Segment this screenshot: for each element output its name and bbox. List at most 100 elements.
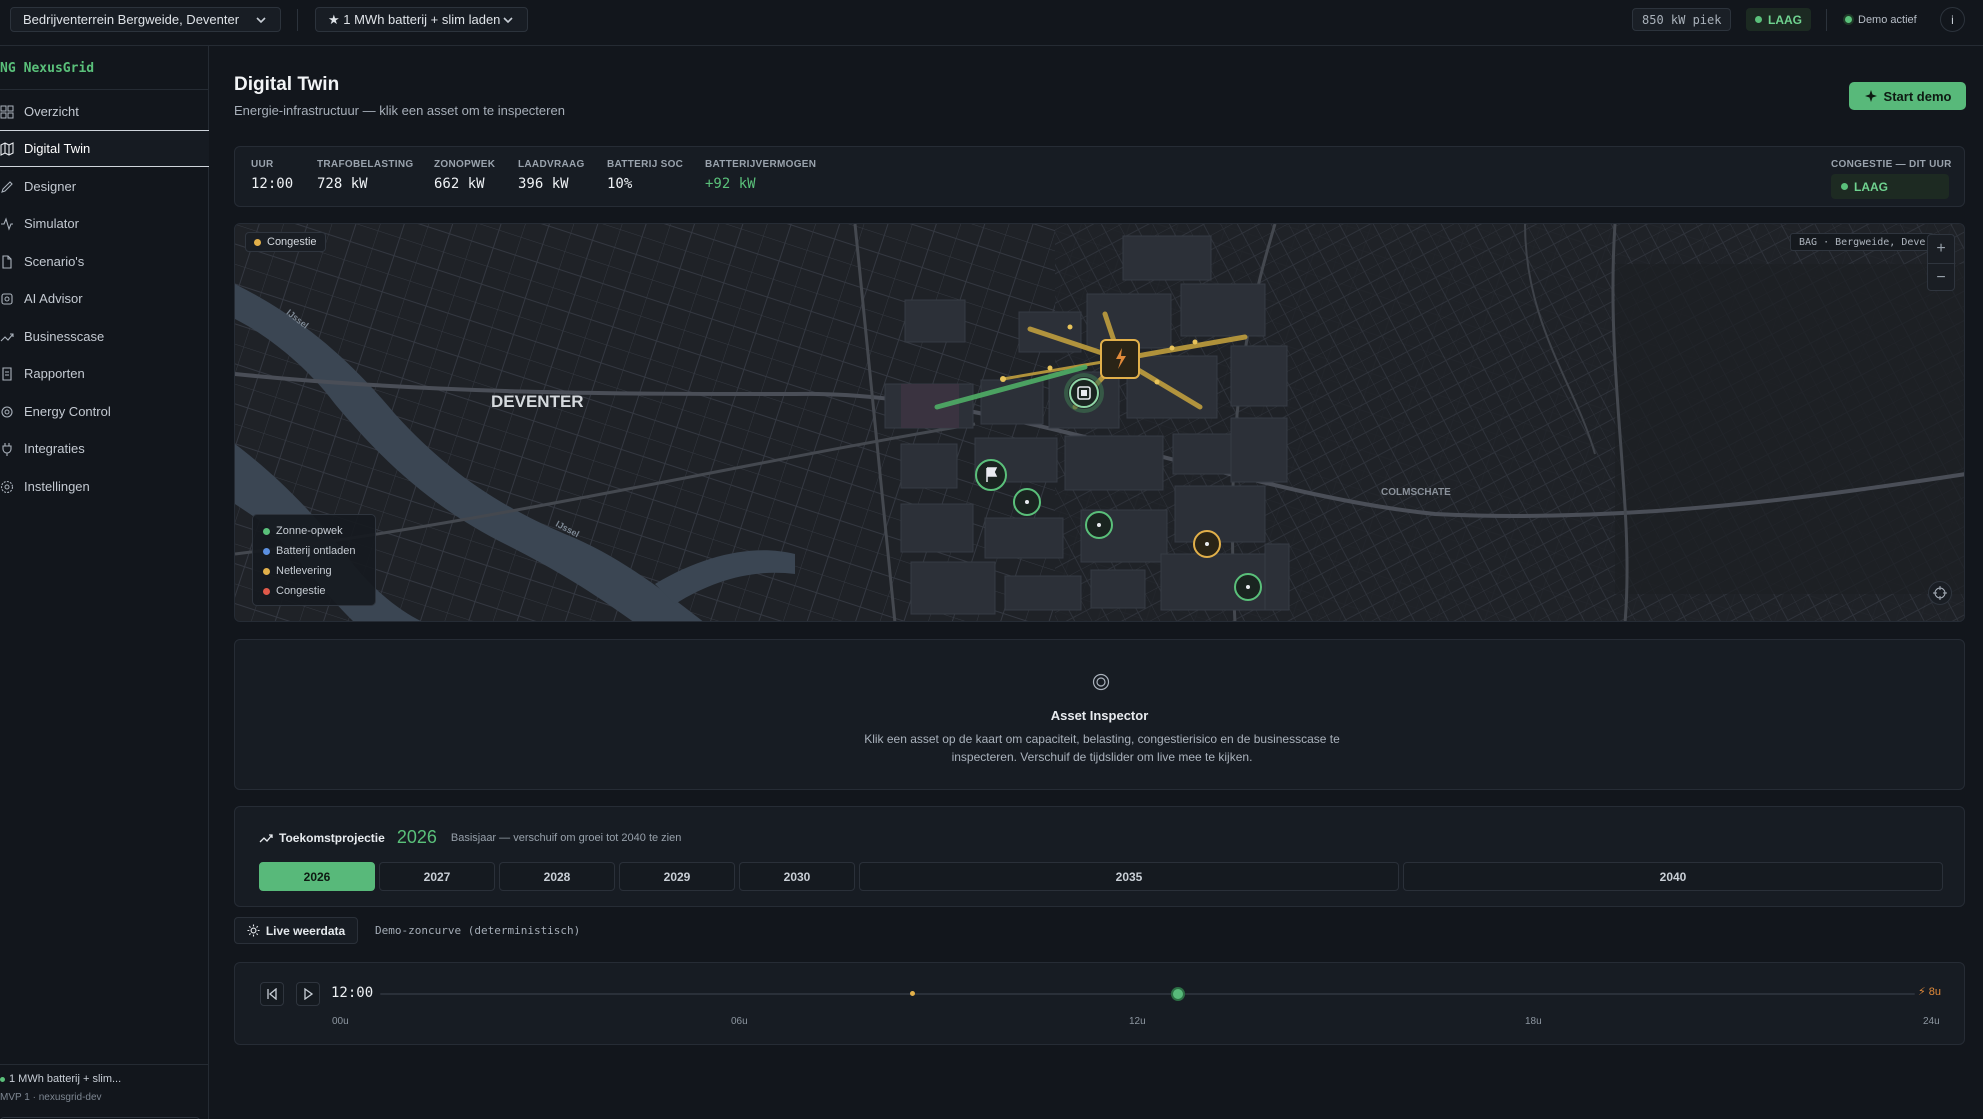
- time-slider-handle[interactable]: [1171, 987, 1186, 1001]
- peak-duration: ⚡ 8u: [1918, 985, 1941, 998]
- start-demo-button[interactable]: Start demo: [1849, 82, 1966, 110]
- year-button-2029[interactable]: 2029: [619, 862, 735, 891]
- congestion-value: LAAG: [1854, 179, 1888, 194]
- sidebar-item-designer[interactable]: Designer: [0, 168, 209, 205]
- sidebar-item-label: Rapporten: [24, 366, 85, 381]
- status-dot: [1845, 16, 1852, 23]
- chevron-down-icon: [256, 16, 266, 23]
- metric-value: 10%: [607, 176, 633, 192]
- sidebar-item-rapporten[interactable]: Rapporten: [0, 355, 209, 392]
- zoom-in-button[interactable]: +: [1928, 235, 1954, 263]
- activity-icon: [1, 216, 13, 231]
- status-dot: [0, 1076, 5, 1082]
- brand-name: NexusGrid: [23, 60, 95, 76]
- pencil-icon: [1, 180, 13, 193]
- live-weather-button[interactable]: Live weerdata: [234, 917, 358, 944]
- city-label: DEVENTER: [491, 392, 584, 411]
- scenario-select[interactable]: ★ 1 MWh batterij + slim laden: [315, 7, 528, 32]
- charger-asset[interactable]: [1013, 488, 1041, 516]
- info-button[interactable]: i: [1940, 7, 1965, 32]
- location-select[interactable]: Bedrijventerrein Bergweide, Deventer: [10, 7, 281, 32]
- trend-icon: [259, 833, 273, 842]
- metric-trafobelasting: TRAFOBELASTING 728 kW: [317, 159, 413, 192]
- year-button-2026[interactable]: 2026: [259, 862, 375, 891]
- year-button-2028[interactable]: 2028: [499, 862, 615, 891]
- info-icon: i: [1951, 12, 1954, 27]
- metric-label: CONGESTIE — DIT UUR: [1831, 159, 1952, 170]
- sidebar-item-ai-advisor[interactable]: AI Advisor: [0, 280, 209, 317]
- page-subtitle: Energie-infrastructuur — klik een asset …: [234, 103, 565, 118]
- peak-marker: [910, 991, 916, 996]
- crosshair-icon: [1933, 586, 1947, 600]
- sidebar-item-scenarios[interactable]: Scenario's: [0, 243, 209, 280]
- transformer-asset[interactable]: [1100, 339, 1140, 379]
- sidebar-item-digital-twin[interactable]: Digital Twin: [0, 130, 209, 167]
- file-icon: [2, 254, 12, 269]
- zoom-out-button[interactable]: −: [1928, 263, 1954, 291]
- skip-back-button[interactable]: [260, 982, 284, 1006]
- year-button-2027[interactable]: 2027: [379, 862, 495, 891]
- sidebar-item-label: Instellingen: [24, 479, 90, 494]
- brand[interactable]: NG NexusGrid: [0, 58, 94, 78]
- layer-dot: [254, 238, 261, 246]
- charger-asset-warning[interactable]: [1193, 530, 1221, 558]
- page-title: Digital Twin: [234, 74, 340, 95]
- divider: [1826, 9, 1827, 31]
- sidebar-item-energy-control[interactable]: Energy Control: [0, 393, 209, 430]
- demo-status: Demo actief: [1836, 8, 1926, 31]
- version-label: MVP 1 · nexusgrid-dev: [0, 1091, 102, 1103]
- sidebar-item-label: Digital Twin: [24, 141, 91, 156]
- target-icon: [1092, 673, 1110, 691]
- map-canvas[interactable]: [235, 224, 1965, 622]
- congestion-layer-label: Congestie: [267, 236, 317, 248]
- asset-inspector: Asset Inspector Klik een asset op de kaa…: [234, 639, 1965, 790]
- sidebar-item-integraties[interactable]: Integraties: [0, 430, 209, 467]
- sidebar-item-businesscase[interactable]: Businesscase: [0, 318, 209, 355]
- legend-item: Netlevering: [263, 561, 365, 581]
- year-button-2040[interactable]: 2040: [1403, 862, 1943, 891]
- play-button[interactable]: [296, 982, 320, 1006]
- metric-label: LAADVRAAG: [518, 159, 585, 170]
- charger-asset[interactable]: [1234, 573, 1262, 601]
- metric-value: 662 kW: [434, 176, 485, 192]
- status-dot: [1841, 183, 1848, 190]
- time-slider-track[interactable]: [380, 987, 1915, 1001]
- sidebar-footer: 1 MWh batterij + slim... MVP 1 · nexusgr…: [0, 1064, 209, 1119]
- sidebar-item-overzicht[interactable]: Overzicht: [0, 93, 209, 130]
- report-icon: [2, 366, 12, 381]
- year-button-2035[interactable]: 2035: [859, 862, 1399, 891]
- sidebar-item-instellingen[interactable]: Instellingen: [0, 468, 209, 505]
- tick-label: 24u: [1923, 1016, 1940, 1027]
- projection-label: Toekomstprojectie: [279, 830, 385, 845]
- digital-twin-map[interactable]: DEVENTER COLMSCHATE IJssel IJssel Conges…: [234, 223, 1965, 622]
- sidebar-item-simulator[interactable]: Simulator: [0, 205, 209, 242]
- metric-batterij-soc: BATTERIJ SOC 10%: [607, 159, 683, 192]
- location-select-value: Bedrijventerrein Bergweide, Deventer: [23, 12, 240, 27]
- metric-batterijvermogen: BATTERIJVERMOGEN +92 kW: [705, 159, 816, 192]
- skip-back-icon: [267, 988, 277, 1000]
- map-icon: [0, 141, 14, 156]
- flag-asset[interactable]: [975, 459, 1007, 491]
- sidebar-item-label: Scenario's: [24, 254, 85, 269]
- map-source-label: BAG · Bergweide, Deve: [1790, 233, 1935, 251]
- metric-value: 396 kW: [518, 176, 569, 192]
- metric-label: BATTERIJVERMOGEN: [705, 159, 817, 170]
- sidebar: NG NexusGrid Overzicht Digital Twin Desi…: [0, 46, 209, 1119]
- district-label: COLMSCHATE: [1381, 487, 1451, 498]
- metric-value: +92 kW: [705, 176, 756, 192]
- active-scenario[interactable]: 1 MWh batterij + slim...: [0, 1071, 209, 1087]
- legend-label: Congestie: [276, 585, 326, 597]
- tick-label: 12u: [1129, 1016, 1146, 1027]
- battery-asset[interactable]: [1064, 373, 1104, 413]
- year-button-2030[interactable]: 2030: [739, 862, 855, 891]
- time-slider-panel: 12:00 ⚡ 8u 00u 06u 12u 18u 24u: [234, 962, 1965, 1045]
- inspector-text: Klik een asset op de kaart om capaciteit…: [864, 732, 1340, 764]
- brand-logo: NG: [0, 60, 16, 76]
- sidebar-item-label: AI Advisor: [24, 291, 83, 306]
- congestion-layer-toggle[interactable]: Congestie: [245, 232, 326, 252]
- legend-dot: [263, 527, 270, 535]
- locate-button[interactable]: [1928, 581, 1952, 605]
- sparkle-icon: [1864, 90, 1877, 102]
- charger-asset[interactable]: [1085, 511, 1113, 539]
- plug-icon: [2, 442, 12, 456]
